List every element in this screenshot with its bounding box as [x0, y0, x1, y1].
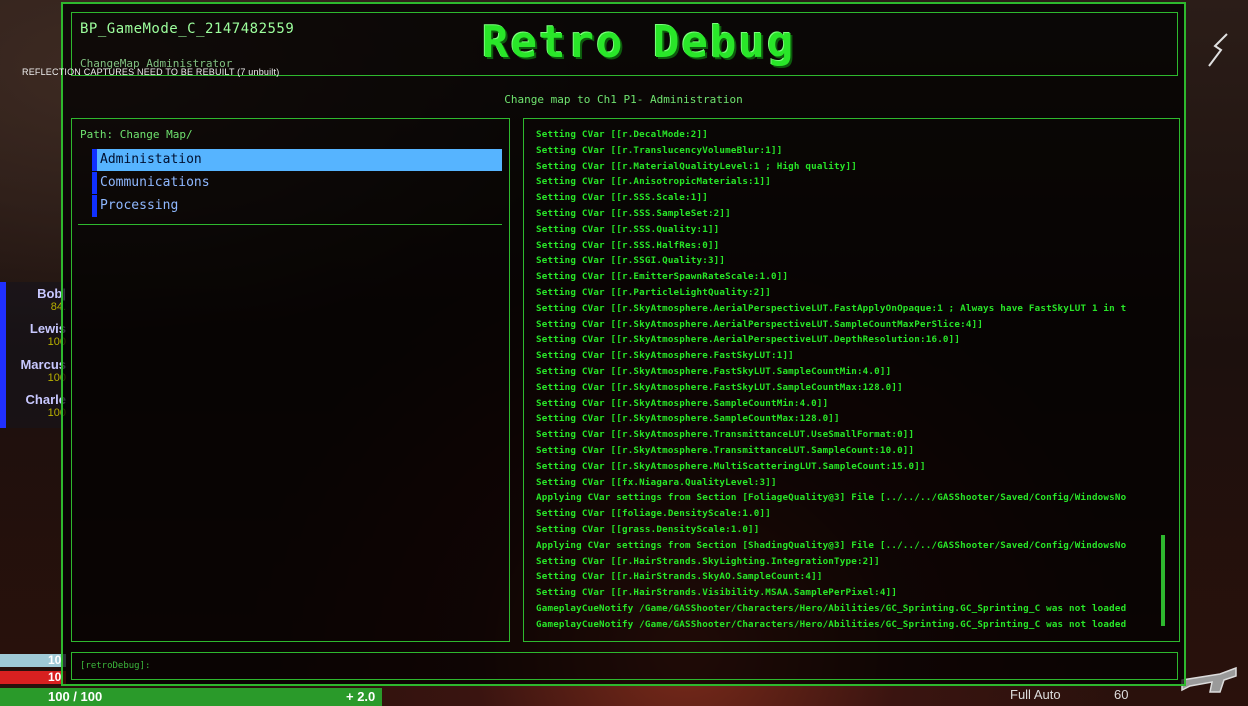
shield-bar: 10 — [0, 653, 66, 667]
log-line: Setting CVar [[r.SkyAtmosphere.FastSkyLU… — [536, 381, 903, 393]
log-line: Setting CVar [[r.SkyAtmosphere.Transmitt… — [536, 444, 915, 456]
menu-list: Administation Communications Processing — [92, 149, 502, 218]
log-line: Applying CVar settings from Section [Sha… — [536, 539, 1127, 551]
party-member-name: Marcus — [20, 357, 66, 372]
menu-item-communications[interactable]: Communications — [92, 172, 502, 194]
log-line: Setting CVar [[grass.DensityScale:1.0]] — [536, 523, 760, 535]
status-message: Change map to Ch1 P1- Administration — [504, 93, 743, 106]
log-line: Setting CVar [[r.EmitterSpawnRateScale:1… — [536, 271, 789, 283]
party-member-hp: 100 — [47, 372, 66, 384]
stamina-regen: + 2.0 — [346, 689, 376, 704]
party-member: Marcus 100 — [20, 357, 66, 384]
menu-panel: Path: Change Map/ Administation Communic… — [71, 118, 510, 642]
log-line: Setting CVar [[r.TranslucencyVolumeBlur:… — [536, 144, 783, 156]
log-line: Setting CVar [[foliage.DensityScale:1.0]… — [536, 508, 771, 520]
menu-divider — [78, 224, 502, 225]
log-line: Setting CVar [[r.SkyAtmosphere.MultiScat… — [536, 460, 926, 472]
party-member-name: Charle — [25, 392, 66, 407]
log-line: Setting CVar [[r.SSS.Scale:1]] — [536, 192, 708, 204]
log-line: Setting CVar [[r.HairStrands.Visibility.… — [536, 587, 898, 599]
crosshair-icon — [1208, 33, 1228, 67]
health-value: 10 — [48, 670, 62, 684]
log-line: Setting CVar [[r.SkyAtmosphere.FastSkyLU… — [536, 350, 794, 362]
rifle-icon — [1181, 666, 1237, 693]
log-line: GameplayCueNotify /Game/GASShooter/Chara… — [536, 602, 1127, 614]
log-line: Setting CVar [[r.SkyAtmosphere.AerialPer… — [536, 318, 984, 330]
health-bar: 10 — [0, 670, 66, 684]
log-line: Setting CVar [[r.SSS.Quality:1]] — [536, 223, 720, 235]
log-line: Setting CVar [[r.SkyAtmosphere.FastSkyLU… — [536, 365, 892, 377]
log-line: Setting CVar [[r.ParticleLightQuality:2]… — [536, 286, 771, 298]
debug-title: Retro Debug — [482, 17, 796, 68]
log-line: Setting CVar [[r.SkyAtmosphere.SampleCou… — [536, 397, 829, 409]
stamina-bar: 100 / 100 + 2.0 — [0, 688, 382, 706]
log-line: Setting CVar [[r.SkyAtmosphere.Transmitt… — [536, 429, 915, 441]
breadcrumb: Path: Change Map/ — [80, 128, 193, 141]
log-line: Setting CVar [[fx.Niagara.QualityLevel:3… — [536, 476, 777, 488]
log-line: Setting CVar [[r.AnisotropicMaterials:1]… — [536, 176, 771, 188]
log-line: Setting CVar [[r.SkyAtmosphere.AerialPer… — [536, 302, 1127, 314]
log-panel[interactable]: Setting CVar [[r.DecalMode:2]] Setting CV… — [523, 118, 1180, 642]
weapon-fire-mode: Full Auto — [1010, 687, 1061, 702]
party-member-hp: 100 — [47, 407, 66, 419]
log-line: Setting CVar [[r.SkyAtmosphere.AerialPer… — [536, 334, 961, 346]
retro-debug-window: BP_GameMode_C_2147482559 ChangeMap Admin… — [61, 2, 1186, 686]
shield-value: 10 — [48, 653, 62, 667]
log-line: Setting CVar [[r.DecalMode:2]] — [536, 129, 708, 140]
party-list: Bob| 84. Lewis 100 Marcus 100 Charle 100 — [0, 282, 70, 428]
stamina-value: 100 / 100 — [48, 689, 103, 704]
log-scrollbar[interactable] — [1161, 535, 1165, 626]
log-line: Setting CVar [[r.SSGI.Quality:3]] — [536, 255, 726, 267]
log-line: Setting CVar [[r.HairStrands.SkyAO.Sampl… — [536, 571, 823, 583]
reflection-warning: REFLECTION CAPTURES NEED TO BE REBUILT (… — [22, 67, 280, 77]
log-line: Setting CVar [[r.HairStrands.SkyLighting… — [536, 555, 880, 567]
log-lines: Setting CVar [[r.DecalMode:2]] Setting CV… — [536, 127, 1160, 633]
log-line: Setting CVar [[r.SSS.SampleSet:2]] — [536, 207, 731, 219]
log-line: Applying CVar settings from Section [Fol… — [536, 492, 1127, 504]
ammo-count: 60 — [1114, 687, 1129, 702]
log-line: Setting CVar [[r.MaterialQualityLevel:1 … — [536, 160, 857, 172]
console-input[interactable]: [retroDebug]: — [71, 652, 1178, 680]
party-member: Charle 100 — [26, 392, 66, 419]
console-prompt: [retroDebug]: — [80, 661, 151, 671]
log-line: Setting CVar [[r.SSS.HalfRes:0]] — [536, 239, 720, 251]
gamemode-name: BP_GameMode_C_2147482559 — [80, 21, 295, 37]
log-line: GameplayCueNotify /Game/GASShooter/Chara… — [536, 618, 1127, 630]
log-line: Setting CVar [[r.SkyAtmosphere.SampleCou… — [536, 413, 840, 425]
menu-item-processing[interactable]: Processing — [92, 195, 502, 217]
menu-item-administation[interactable]: Administation — [92, 149, 502, 171]
